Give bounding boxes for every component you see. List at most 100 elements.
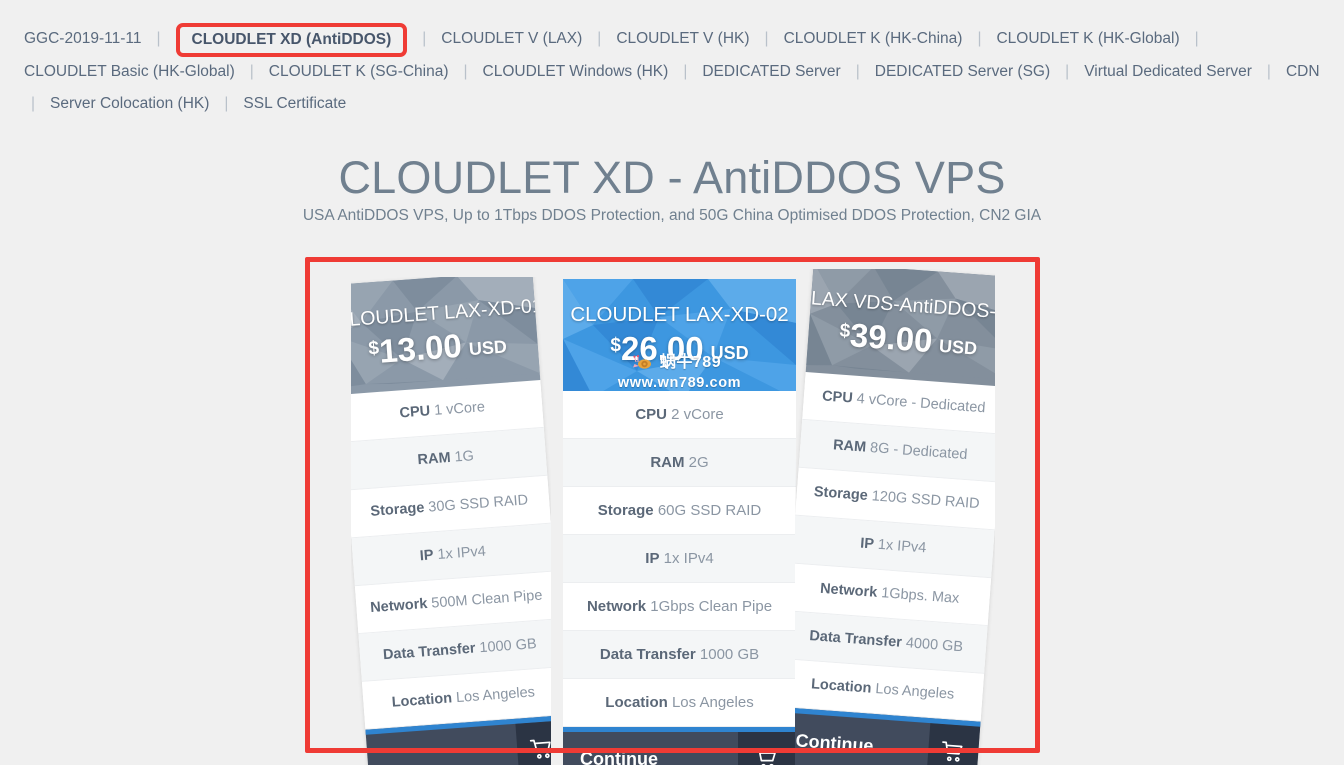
nav-item-cloudlet-v-hk[interactable]: CLOUDLET V (HK) [612,23,753,55]
spec-value: 1000 GB [699,646,760,663]
price-amount: 26.00 [620,330,704,367]
plan-price: $26.00 USD [563,327,796,372]
continue-button-label[interactable] [368,751,518,762]
spec-row: Data Transfer 1000 GB [563,631,796,679]
spec-row: Storage 60G SSD RAID [563,487,796,535]
spec-label: IP [859,535,875,553]
continue-button-label[interactable]: Continue [795,729,929,761]
spec-label: Storage [813,484,869,504]
spec-label: Location [810,676,872,697]
nav-item-ssl-certificate[interactable]: SSL Certificate [239,88,350,120]
price-amount: 39.00 [848,316,934,360]
nav-item-cloudlet-v-lax[interactable]: CLOUDLET V (LAX) [437,23,586,55]
spec-value: 1 vCore [433,399,486,419]
spec-value: 8G - Dedicated [869,439,968,464]
nav-separator: | [156,30,161,47]
spec-list: CPU 2 vCore RAM 2G Storage 60G SSD RAID IP … [563,391,796,727]
pricing-card[interactable]: CLOUDLET LAX-XD-01 $13.00 USD CPU 1 vCore RA… [351,277,551,765]
pricing-card-header-text: LAX VDS-AntiDDOS-01 $39.00 USD [807,286,995,369]
spec-label: Location [391,690,453,711]
price-amount: 13.00 [377,326,463,370]
currency-code: USD [710,343,749,363]
spec-label: Data Transfer [599,646,696,663]
spec-value: 1x IPv4 [877,536,927,557]
polygon-background [806,269,995,380]
spec-label: Network [586,598,647,615]
add-to-cart-button[interactable] [738,732,796,765]
currency-code: USD [938,335,978,359]
nav-separator: | [249,63,254,80]
spec-value: 120G SSD RAID [871,488,981,513]
spec-label: IP [419,547,435,565]
add-to-cart-button[interactable] [515,720,551,765]
spec-value: Los Angeles [874,681,955,703]
nav-separator: | [597,30,602,47]
pricing-card[interactable]: LAX VDS-AntiDDOS-01 $39.00 USD CPU 4 vCore … [795,269,995,765]
nav-item-cloudlet-k-hk-global[interactable]: CLOUDLET K (HK-Global) [992,23,1183,55]
add-to-cart-button[interactable] [926,723,981,765]
nav-separator: | [31,95,36,112]
spec-list: CPU 4 vCore - Dedicated RAM 8G - Dedicate… [795,372,995,722]
nav-separator: | [1065,63,1070,80]
pricing-card-group: CLOUDLET LAX-XD-01 $13.00 USD CPU 1 vCore RA… [305,257,1040,765]
spec-row: Location Los Angeles [563,679,796,727]
spec-label: RAM [650,454,685,471]
spec-label: Storage [597,502,654,519]
shopping-cart-icon [528,736,551,762]
spec-label: Location [605,694,668,711]
spec-label: Storage [369,499,425,520]
pricing-card-inner: LAX VDS-AntiDDOS-01 $39.00 USD CPU 4 vCore … [795,269,995,765]
spec-row: Network 1Gbps Clean Pipe [563,583,796,631]
continue-button-label[interactable]: Continue [563,749,738,765]
spec-list: CPU 1 vCore RAM 1G Storage 30G SSD RAID IP … [351,380,551,730]
nav-item-virtual-dedicated-server[interactable]: Virtual Dedicated Server [1080,56,1256,88]
page-title: CLOUDLET XD - AntiDDOS VPS [338,152,1006,203]
pricing-card-inner: CLOUDLET LAX-XD-02 $26.00 USD 蜗牛789 www.wn78… [563,279,796,765]
nav-item-cloudlet-xd-antiddos[interactable]: CLOUDLET XD (AntiDDOS) [175,23,408,57]
plan-name: CLOUDLET LAX-XD-02 [570,303,789,326]
spec-label: CPU [635,406,667,423]
nav-item-dedicated-server[interactable]: DEDICATED Server [698,56,844,88]
nav-item-cdn[interactable]: CDN [1282,56,1324,88]
nav-separator: | [1266,63,1271,80]
nav-separator: | [764,30,769,47]
spec-label: Network [819,580,878,601]
spec-label: RAM [417,449,452,469]
pricing-card-inner: CLOUDLET LAX-XD-01 $13.00 USD CPU 1 vCore RA… [351,277,551,765]
pricing-card-header: CLOUDLET LAX-XD-01 $13.00 USD [351,277,541,395]
nav-item-cloudlet-k-sg-china[interactable]: CLOUDLET K (SG-China) [265,56,453,88]
pricing-card[interactable]: CLOUDLET LAX-XD-02 $26.00 USD 蜗牛789 www.wn78… [563,279,796,765]
nav-item-cloudlet-basic-hk-global[interactable]: CLOUDLET Basic (HK-Global) [20,56,239,88]
spec-value: 500M Clean Pipe [430,587,543,612]
spec-row: IP 1x IPv4 [563,535,796,583]
nav-item-cloudlet-k-hk-china[interactable]: CLOUDLET K (HK-China) [780,23,967,55]
page-root: GGC-2019-11-11 | CLOUDLET XD (AntiDDOS) | CL… [0,0,1344,765]
spec-label: IP [645,550,660,567]
nav-item-dedicated-server-sg[interactable]: DEDICATED Server (SG) [871,56,1054,88]
currency-symbol: $ [610,335,621,356]
nav-separator: | [683,63,688,80]
pricing-card-header-text: CLOUDLET LAX-XD-02 $26.00 USD [563,303,796,372]
nav-separator: | [463,63,468,80]
nav-item-cloudlet-windows-hk[interactable]: CLOUDLET Windows (HK) [479,56,673,88]
spec-row: CPU 2 vCore [563,391,796,439]
spec-value: 30G SSD RAID [427,492,529,516]
pricing-card-footer[interactable]: Continue [563,727,796,765]
nav-separator: | [224,95,229,112]
spec-label: RAM [832,437,867,456]
spec-value: 1x IPv4 [436,543,487,564]
nav-separator: | [1194,30,1199,47]
spec-value: 2G [688,454,709,471]
spec-row: RAM 2G [563,439,796,487]
currency-code: USD [468,336,508,360]
nav-item-server-colocation-hk[interactable]: Server Colocation (HK) [46,88,213,120]
spec-value: 1G [454,448,475,466]
nav-item-ggc-2019-11-11[interactable]: GGC-2019-11-11 [20,23,145,55]
shopping-cart-icon [939,739,967,765]
spec-value: 1Gbps. Max [880,585,960,607]
spec-value: 1Gbps Clean Pipe [650,598,773,615]
spec-label: CPU [399,403,431,422]
pricing-card-header: CLOUDLET LAX-XD-02 $26.00 USD 蜗牛789 www.wn78… [563,279,796,391]
product-category-nav: GGC-2019-11-11 | CLOUDLET XD (AntiDDOS) | CL… [20,22,1330,120]
spec-value: 4 vCore - Dedicated [856,390,986,417]
